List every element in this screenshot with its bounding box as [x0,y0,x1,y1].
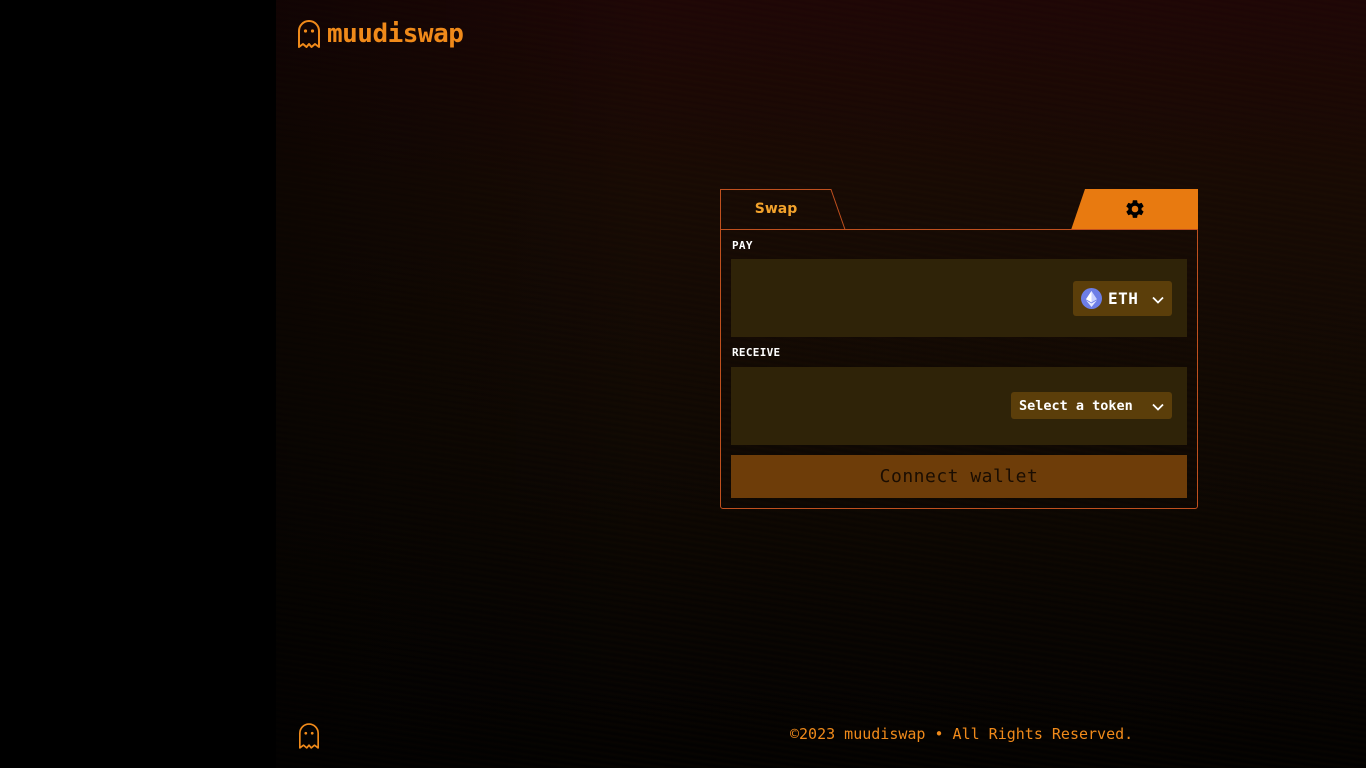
ethereum-icon [1081,288,1102,309]
logo-link[interactable]: muudiswap [297,19,464,49]
settings-tab[interactable] [1071,189,1198,230]
brand-name: muudiswap [327,19,464,49]
tab-swap-label: Swap [754,201,798,217]
ghost-icon [298,722,320,754]
connect-wallet-button[interactable]: Connect wallet [731,455,1187,498]
pay-amount-field[interactable]: ETH [731,259,1187,337]
receive-token-selector[interactable]: Select a token [1011,392,1172,419]
pay-token-selector[interactable]: ETH [1073,281,1172,316]
chevron-down-icon [1152,396,1164,415]
pay-token-symbol: ETH [1108,289,1139,308]
pay-label: PAY [732,239,753,252]
tab-swap[interactable]: Swap [720,189,846,230]
ghost-icon [297,19,321,49]
gear-icon [1124,198,1146,224]
select-token-label: Select a token [1019,397,1133,414]
connect-wallet-label: Connect wallet [879,466,1039,487]
swap-form: PAY ETH RECEIVE Select a token Connect w… [720,229,1198,509]
footer-copyright: ©2023 muudiswap • All Rights Reserved. [790,725,1134,743]
receive-label: RECEIVE [732,346,781,359]
swap-panel: Swap PAY ETH RECEIVE Select a token Conn… [720,189,1198,509]
receive-amount-field[interactable]: Select a token [731,367,1187,445]
chevron-down-icon [1152,289,1164,308]
